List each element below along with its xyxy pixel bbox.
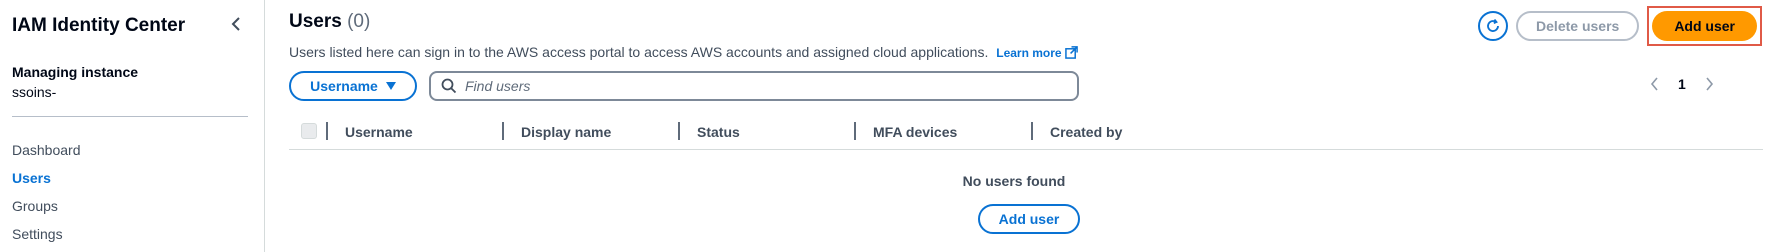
property-filter-label: Username xyxy=(310,78,378,94)
main-content: Users (0) Users listed here can sign in … xyxy=(265,0,1778,252)
page-title: Users (0) xyxy=(289,11,370,33)
sidebar-nav: Dashboard Users Groups Settings xyxy=(12,142,81,252)
column-display-name[interactable]: Display name xyxy=(521,124,611,140)
service-title[interactable]: IAM Identity Center xyxy=(12,15,185,37)
header-actions: Delete users Add user xyxy=(1478,6,1762,46)
instance-label: Managing instance xyxy=(12,64,139,80)
add-user-highlight: Add user xyxy=(1647,6,1762,46)
caret-down-icon xyxy=(385,82,396,90)
search-input[interactable] xyxy=(465,78,1045,94)
add-user-button[interactable]: Add user xyxy=(1652,11,1757,41)
instance-value: ssoins- xyxy=(12,84,57,100)
column-divider[interactable] xyxy=(502,122,504,140)
sidebar-item-dashboard[interactable]: Dashboard xyxy=(12,142,81,170)
column-divider[interactable] xyxy=(854,122,856,140)
filter-row: Username xyxy=(289,71,1079,101)
page-number[interactable]: 1 xyxy=(1678,76,1686,92)
chevron-left-icon xyxy=(231,17,240,31)
property-filter-select[interactable]: Username xyxy=(289,71,417,101)
column-created-by[interactable]: Created by xyxy=(1050,124,1122,140)
delete-users-button[interactable]: Delete users xyxy=(1516,11,1640,41)
pagination: 1 xyxy=(1650,76,1714,92)
search-box xyxy=(429,71,1079,101)
search-icon xyxy=(441,78,457,94)
column-status[interactable]: Status xyxy=(697,124,740,140)
chevron-left-icon[interactable] xyxy=(1650,77,1660,91)
column-mfa-devices[interactable]: MFA devices xyxy=(873,124,957,140)
empty-state-text: No users found xyxy=(962,173,1066,189)
page-description: Users listed here can sign in to the AWS… xyxy=(289,44,1078,60)
refresh-button[interactable] xyxy=(1478,11,1509,41)
sidebar-divider xyxy=(12,116,248,117)
collapse-nav-button[interactable] xyxy=(227,14,247,34)
sidebar-item-groups[interactable]: Groups xyxy=(12,198,81,226)
table-header: Username Display name Status MFA devices… xyxy=(289,118,1763,150)
description-text: Users listed here can sign in to the AWS… xyxy=(289,44,989,60)
refresh-icon xyxy=(1487,18,1499,32)
column-username[interactable]: Username xyxy=(345,124,413,140)
column-divider xyxy=(326,122,328,140)
chevron-right-icon[interactable] xyxy=(1704,77,1714,91)
side-navigation: IAM Identity Center Managing instance ss… xyxy=(0,0,265,252)
learn-more-link[interactable]: Learn more xyxy=(996,46,1078,60)
select-all-checkbox[interactable] xyxy=(301,123,317,139)
learn-more-label: Learn more xyxy=(996,46,1062,60)
empty-add-user-button[interactable]: Add user xyxy=(978,204,1080,234)
column-divider[interactable] xyxy=(1031,122,1033,140)
column-divider[interactable] xyxy=(678,122,680,140)
user-count: (0) xyxy=(347,11,371,32)
page-title-text: Users xyxy=(289,11,342,32)
external-link-icon xyxy=(1064,46,1078,59)
sidebar-item-settings[interactable]: Settings xyxy=(12,226,81,252)
sidebar-item-users[interactable]: Users xyxy=(12,170,81,198)
